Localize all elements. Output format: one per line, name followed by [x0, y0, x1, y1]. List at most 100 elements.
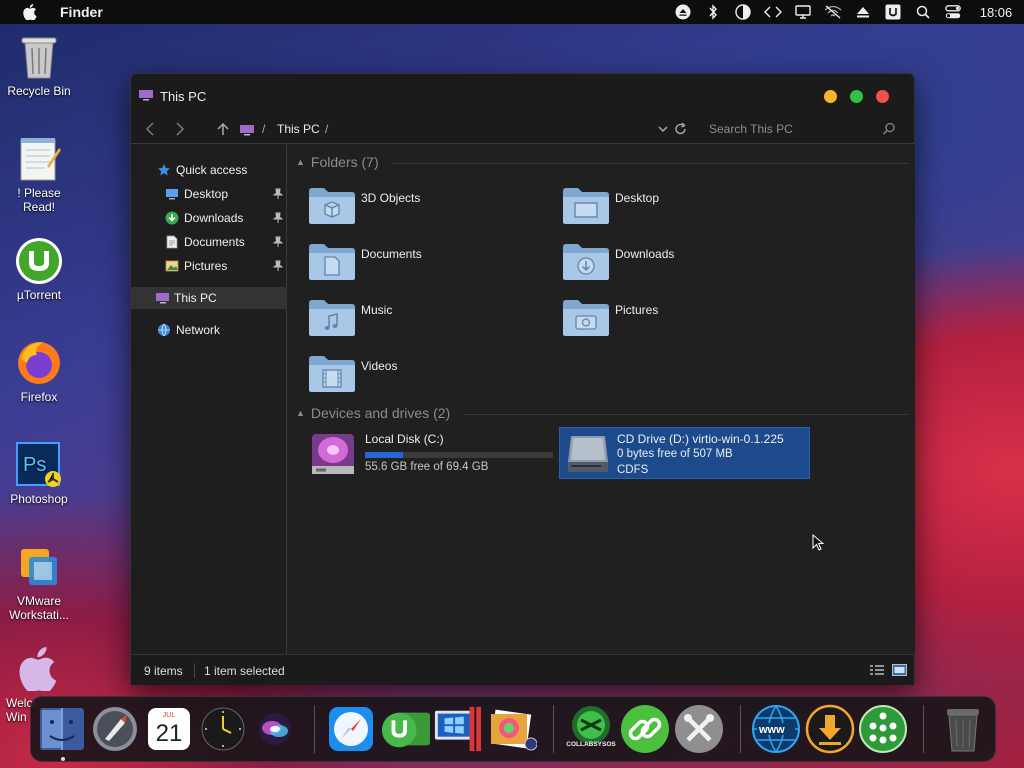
display-icon[interactable] [788, 0, 818, 24]
folder-documents[interactable]: Documents [308, 241, 548, 285]
control-center-icon[interactable] [938, 0, 968, 24]
details-view-icon[interactable] [870, 665, 884, 679]
desktop-icon [165, 187, 179, 201]
half-moon-icon[interactable] [728, 0, 758, 24]
downloads-icon [165, 211, 179, 225]
folders-group-header[interactable]: ▲ Folders (7) [296, 154, 379, 170]
selection-count: 1 item selected [204, 664, 285, 678]
cd-drive-icon [565, 432, 611, 479]
network-people-icon[interactable] [858, 704, 908, 754]
chevron-down-icon[interactable] [657, 122, 669, 140]
folder-3d-objects[interactable]: 3D Objects [308, 185, 548, 229]
close-button[interactable] [876, 90, 889, 103]
maximize-button[interactable] [850, 90, 863, 103]
title-bar[interactable]: This PC [131, 74, 914, 116]
dock-separator [553, 705, 554, 753]
folder-downloads[interactable]: Downloads [562, 241, 802, 285]
folder-label: Desktop [615, 191, 660, 205]
dock-separator [923, 705, 924, 753]
drive-usage-fill [365, 452, 403, 458]
forward-icon[interactable] [175, 121, 185, 141]
pin-icon[interactable] [272, 260, 284, 275]
sidebar-item-label: Downloads [184, 211, 244, 225]
desktop-icon-welcome[interactable] [13, 644, 63, 696]
sidebar-item-label: Network [176, 323, 221, 337]
pin-icon[interactable] [272, 212, 284, 227]
folder-music[interactable]: Music [308, 297, 548, 341]
sidebar-item-desktop[interactable]: Desktop [131, 183, 287, 205]
videos-folder-icon [308, 353, 356, 396]
sidebar-item-documents[interactable]: Documents [131, 231, 287, 253]
folder-pictures[interactable]: Pictures [562, 297, 802, 341]
back-icon[interactable] [145, 121, 155, 141]
finder-icon[interactable] [37, 704, 87, 754]
download-icon[interactable] [805, 704, 855, 754]
pictures-icon [165, 259, 179, 273]
clock-icon[interactable] [198, 704, 248, 754]
desktop-icon-please-read[interactable]: ! Please Read! [0, 134, 78, 214]
siri-icon[interactable] [250, 704, 300, 754]
folder-desktop[interactable]: Desktop [562, 185, 802, 229]
refresh-icon[interactable] [674, 122, 688, 140]
collabsysos-icon[interactable]: COLLABSYSOS [566, 704, 616, 754]
explorer-window: This PC / This PC / Search This PC Quick… [130, 73, 915, 685]
code-icon[interactable] [758, 0, 788, 24]
music-folder-icon [308, 297, 356, 340]
photos-icon[interactable] [487, 704, 537, 754]
utorrent-folder-icon[interactable] [380, 704, 430, 754]
drive-cd-d[interactable]: CD Drive (D:) virtio-win-0.1.225 0 bytes… [559, 427, 810, 479]
sidebar-item-this-pc[interactable]: This PC [131, 287, 287, 309]
search-icon[interactable] [908, 0, 938, 24]
sidebar-item-label: This PC [174, 291, 217, 305]
collapse-chevron-icon[interactable]: ▲ [296, 408, 305, 418]
breadcrumb-this-pc[interactable]: This PC [277, 122, 320, 136]
desktop-icon-utorrent[interactable]: µTorrent [0, 236, 78, 302]
wifi-off-icon[interactable] [818, 0, 848, 24]
folder-label: Downloads [615, 247, 675, 261]
drives-group-header[interactable]: ▲ Devices and drives (2) [296, 405, 450, 421]
menu-clock[interactable]: 18:06 [968, 5, 1024, 20]
minimize-button[interactable] [824, 90, 837, 103]
link-icon[interactable] [620, 704, 670, 754]
desktop-icon-photoshop[interactable]: Ps Photoshop [0, 440, 78, 506]
folder-videos[interactable]: Videos [308, 353, 548, 397]
desktop-icon-vmware[interactable]: VMware Workstati... [0, 542, 78, 622]
tools-icon[interactable] [674, 704, 724, 754]
pin-icon[interactable] [272, 188, 284, 203]
apple-icon[interactable] [21, 3, 39, 21]
app-name[interactable]: Finder [60, 4, 103, 20]
collabsysos-label: COLLABSYSOS [566, 741, 616, 748]
breadcrumb-separator[interactable]: / [325, 122, 328, 136]
sidebar-item-network[interactable]: Network [131, 319, 287, 341]
sidebar-item-downloads[interactable]: Downloads [131, 207, 287, 229]
desktop-icon-recycle-bin[interactable]: Recycle Bin [0, 32, 78, 98]
mouse-cursor-icon [812, 533, 825, 555]
collapse-chevron-icon[interactable]: ▲ [296, 157, 305, 167]
desktop-icon-firefox[interactable]: Firefox [0, 338, 78, 404]
search-icon[interactable] [882, 122, 896, 140]
desktop-icon-label: Recycle Bin [7, 84, 71, 98]
trash-icon[interactable] [938, 704, 988, 754]
u-icon[interactable] [878, 0, 908, 24]
sidebar-item-quick-access[interactable]: Quick access [131, 159, 287, 181]
safari-icon[interactable] [326, 704, 376, 754]
pin-icon[interactable] [272, 236, 284, 251]
windows-icon[interactable] [433, 704, 483, 754]
launchpad-icon[interactable] [90, 704, 140, 754]
address-bar: / This PC / Search This PC [131, 116, 914, 144]
desktop-folder-icon [562, 185, 610, 228]
upload-icon[interactable] [848, 0, 878, 24]
running-indicator [61, 757, 65, 761]
sidebar-item-pictures[interactable]: Pictures [131, 255, 287, 277]
eject-icon[interactable] [668, 0, 698, 24]
large-icons-view-icon[interactable] [892, 664, 907, 679]
up-arrow-icon[interactable] [217, 121, 229, 141]
search-input[interactable]: Search This PC [709, 122, 793, 136]
3d-objects-folder-icon [308, 185, 356, 228]
calendar-icon[interactable]: JUL 21 [144, 704, 194, 754]
drive-local-disk-c[interactable]: Local Disk (C:) 55.6 GB free of 69.4 GB [308, 428, 558, 480]
hard-drive-icon [310, 430, 356, 479]
this-pc-icon [239, 123, 255, 140]
www-icon[interactable]: www [751, 704, 801, 754]
bluetooth-icon[interactable] [698, 0, 728, 24]
